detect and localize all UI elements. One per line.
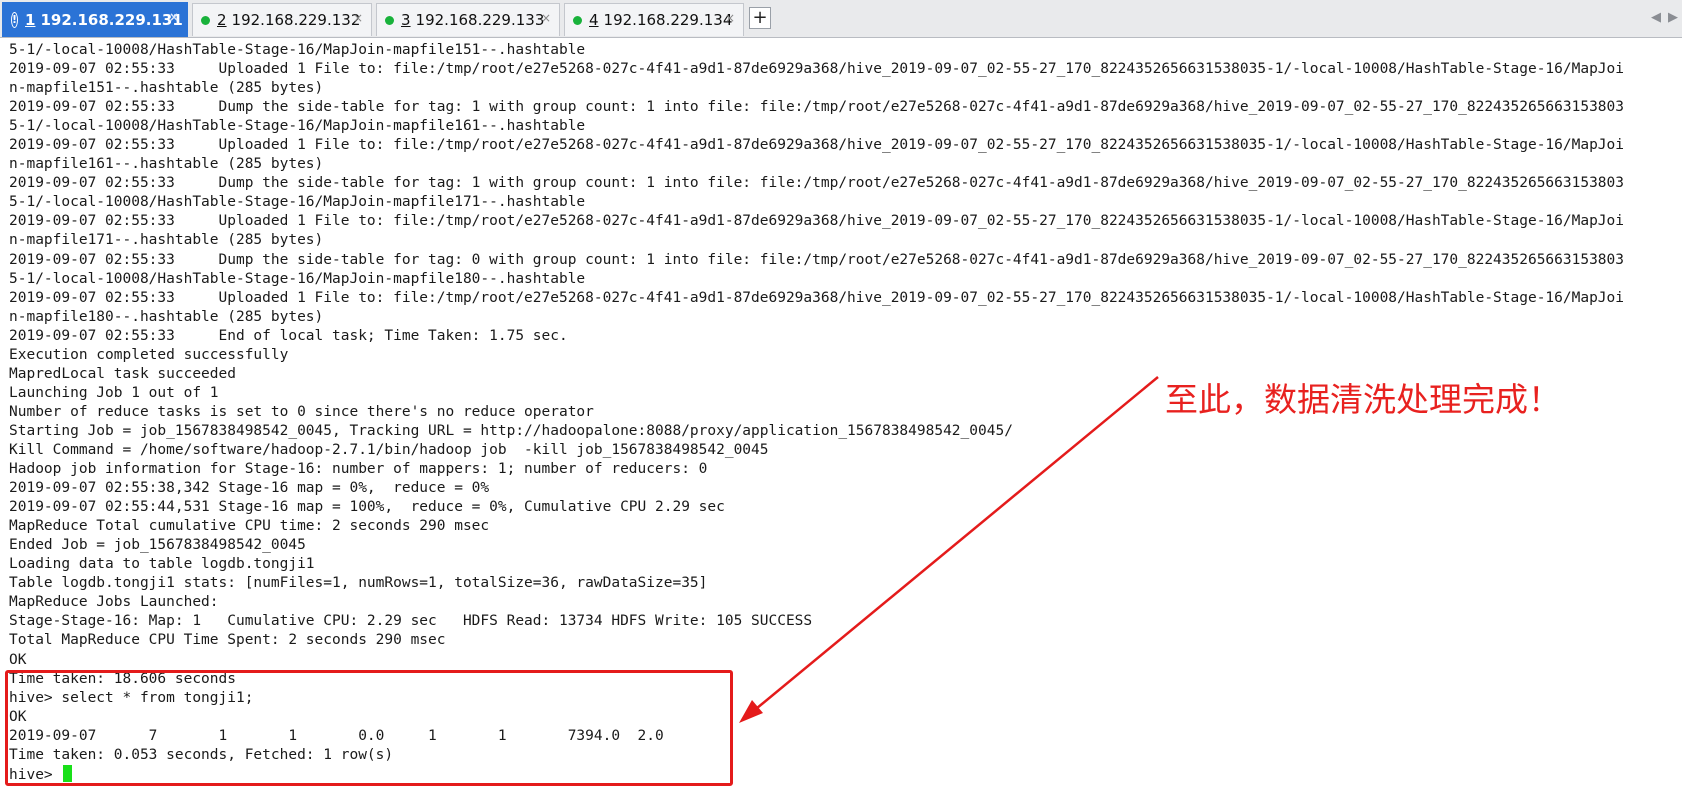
terminal-line: Starting Job = job_1567838498542_0045, T… xyxy=(9,422,1624,441)
terminal-line: 2019-09-07 02:55:33 Uploaded 1 File to: … xyxy=(9,60,1624,79)
terminal-line-text: 5-1/-local-10008/HashTable-Stage-16/MapJ… xyxy=(9,194,586,211)
tab-number: 2 xyxy=(217,11,227,29)
green-dot-icon xyxy=(385,15,394,25)
terminal-line-text: Ended Job = job_1567838498542_0045 xyxy=(9,537,306,554)
terminal-line-text: 5-1/-local-10008/HashTable-Stage-16/MapJ… xyxy=(9,118,586,135)
terminal-line: n-mapfile161--.hashtable (285 bytes) xyxy=(9,155,1624,174)
session-tab-4[interactable]: 4 192.168.229.134 × xyxy=(564,3,744,36)
terminal-line-text: n-mapfile180--.hashtable (285 bytes) xyxy=(9,308,324,325)
terminal-line-text: Starting Job = job_1567838498542_0045, T… xyxy=(9,422,1013,439)
terminal-line-text: 5-1/-local-10008/HashTable-Stage-16/MapJ… xyxy=(9,42,586,58)
terminal-line: 2019-09-07 02:55:33 Uploaded 1 File to: … xyxy=(9,212,1624,231)
terminal-line: 2019-09-07 02:55:33 Uploaded 1 File to: … xyxy=(9,136,1624,155)
terminal-line-text: n-mapfile151--.hashtable (285 bytes) xyxy=(9,80,324,97)
terminal-line: Hadoop job information for Stage-16: num… xyxy=(9,460,1624,479)
session-tab-1[interactable]: ! 1 192.168.229.131 × xyxy=(2,2,188,37)
session-tab-bar: ! 1 192.168.229.131 × 2 192.168.229.132 … xyxy=(0,0,1682,38)
tab-host: 192.168.229.133 xyxy=(415,11,545,29)
terminal-line-text: MapReduce Total cumulative CPU time: 2 s… xyxy=(9,518,490,535)
terminal-line: Loading data to table logdb.tongji1 xyxy=(9,555,1624,574)
close-icon[interactable]: × xyxy=(725,11,735,25)
terminal-line: 5-1/-local-10008/HashTable-Stage-16/MapJ… xyxy=(9,117,1624,136)
terminal-line: 5-1/-local-10008/HashTable-Stage-16/MapJ… xyxy=(9,41,1624,60)
terminal-line: 2019-09-07 02:55:33 Dump the side-table … xyxy=(9,251,1624,270)
terminal-line: 2019-09-07 02:55:38,342 Stage-16 map = 0… xyxy=(9,479,1624,498)
tab-host: 192.168.229.131 xyxy=(40,11,183,29)
green-dot-icon xyxy=(201,15,210,25)
tab-number: 4 xyxy=(589,11,599,29)
result-highlight-box xyxy=(5,670,733,786)
terminal-line-text: MapredLocal task succeeded xyxy=(9,365,236,382)
terminal-line-text: 2019-09-07 02:55:33 Uploaded 1 File to: … xyxy=(9,137,1625,154)
terminal-line-text: 2019-09-07 02:55:33 End of local task; T… xyxy=(9,327,568,344)
terminal-line: 2019-09-07 02:55:33 Dump the side-table … xyxy=(9,98,1624,117)
terminal-line: n-mapfile151--.hashtable (285 bytes) xyxy=(9,79,1624,98)
tab-host: 192.168.229.132 xyxy=(231,11,361,29)
terminal-line: Kill Command = /home/software/hadoop-2.7… xyxy=(9,441,1624,460)
terminal-line-text: 2019-09-07 02:55:33 Dump the side-table … xyxy=(9,251,1625,268)
terminal-line-text: 2019-09-07 02:55:33 Uploaded 1 File to: … xyxy=(9,213,1625,230)
terminal-line-text: Table logdb.tongji1 stats: [numFiles=1, … xyxy=(9,575,708,592)
tab-number: 3 xyxy=(401,11,411,29)
terminal-line: Execution completed successfully xyxy=(9,346,1624,365)
terminal-line: 2019-09-07 02:55:33 End of local task; T… xyxy=(9,327,1624,346)
close-icon[interactable]: × xyxy=(541,11,551,25)
terminal-line-text: Hadoop job information for Stage-16: num… xyxy=(9,461,708,478)
terminal-line-text: 2019-09-07 02:55:38,342 Stage-16 map = 0… xyxy=(9,480,490,497)
chevron-right-icon[interactable]: ▶ xyxy=(1668,10,1678,25)
close-icon[interactable]: × xyxy=(353,11,363,25)
session-tab-3[interactable]: 3 192.168.229.133 × xyxy=(376,3,560,36)
terminal-line: 2019-09-07 02:55:33 Dump the side-table … xyxy=(9,174,1624,193)
terminal-line-text: Kill Command = /home/software/hadoop-2.7… xyxy=(9,441,769,458)
tab-number: 1 xyxy=(25,11,36,29)
terminal-line: Stage-Stage-16: Map: 1 Cumulative CPU: 2… xyxy=(9,612,1624,631)
terminal-line-text: Stage-Stage-16: Map: 1 Cumulative CPU: 2… xyxy=(9,613,813,630)
terminal-line-text: 2019-09-07 02:55:33 Dump the side-table … xyxy=(9,175,1625,192)
terminal-line: MapReduce Jobs Launched: xyxy=(9,593,1624,612)
terminal-line: OK xyxy=(9,651,1624,670)
terminal-line: MapReduce Total cumulative CPU time: 2 s… xyxy=(9,517,1624,536)
terminal-line-text: Number of reduce tasks is set to 0 since… xyxy=(9,403,594,420)
terminal-line: 5-1/-local-10008/HashTable-Stage-16/MapJ… xyxy=(9,193,1624,212)
terminal-line-text: 2019-09-07 02:55:44,531 Stage-16 map = 1… xyxy=(9,499,725,516)
terminal-line-text: MapReduce Jobs Launched: xyxy=(9,594,219,611)
terminal-line-text: n-mapfile161--.hashtable (285 bytes) xyxy=(9,156,324,173)
exclamation-circle-icon: ! xyxy=(11,12,19,28)
terminal-line-text: Total MapReduce CPU Time Spent: 2 second… xyxy=(9,632,446,649)
terminal-line-text: n-mapfile171--.hashtable (285 bytes) xyxy=(9,232,324,249)
terminal-line-text: Launching Job 1 out of 1 xyxy=(9,384,219,401)
terminal-line: 2019-09-07 02:55:44,531 Stage-16 map = 1… xyxy=(9,498,1624,517)
terminal-line: 5-1/-local-10008/HashTable-Stage-16/MapJ… xyxy=(9,270,1624,289)
terminal-line-text: 2019-09-07 02:55:33 Uploaded 1 File to: … xyxy=(9,289,1625,306)
terminal-line-text: OK xyxy=(9,651,27,668)
terminal-line: Ended Job = job_1567838498542_0045 xyxy=(9,536,1624,555)
terminal-line-text: 2019-09-07 02:55:33 Dump the side-table … xyxy=(9,99,1625,116)
terminal-line-text: 5-1/-local-10008/HashTable-Stage-16/MapJ… xyxy=(9,270,586,287)
terminal-line: Table logdb.tongji1 stats: [numFiles=1, … xyxy=(9,574,1624,593)
close-icon[interactable]: × xyxy=(169,10,179,24)
terminal-line: 2019-09-07 02:55:33 Uploaded 1 File to: … xyxy=(9,289,1624,308)
terminal-line-text: 2019-09-07 02:55:33 Uploaded 1 File to: … xyxy=(9,61,1625,78)
annotation-text: 至此，数据清洗处理完成！ xyxy=(1165,380,1561,419)
terminal-line-text: Loading data to table logdb.tongji1 xyxy=(9,556,315,573)
terminal-line: n-mapfile180--.hashtable (285 bytes) xyxy=(9,308,1624,327)
plus-icon[interactable]: + xyxy=(749,7,771,29)
terminal-line-text: Execution completed successfully xyxy=(9,346,289,363)
terminal-line: n-mapfile171--.hashtable (285 bytes) xyxy=(9,231,1624,250)
chevron-left-icon[interactable]: ◀ xyxy=(1651,10,1661,25)
tab-host: 192.168.229.134 xyxy=(603,11,733,29)
terminal-line: Total MapReduce CPU Time Spent: 2 second… xyxy=(9,631,1624,650)
green-dot-icon xyxy=(573,15,582,25)
session-tab-2[interactable]: 2 192.168.229.132 × xyxy=(192,3,372,36)
